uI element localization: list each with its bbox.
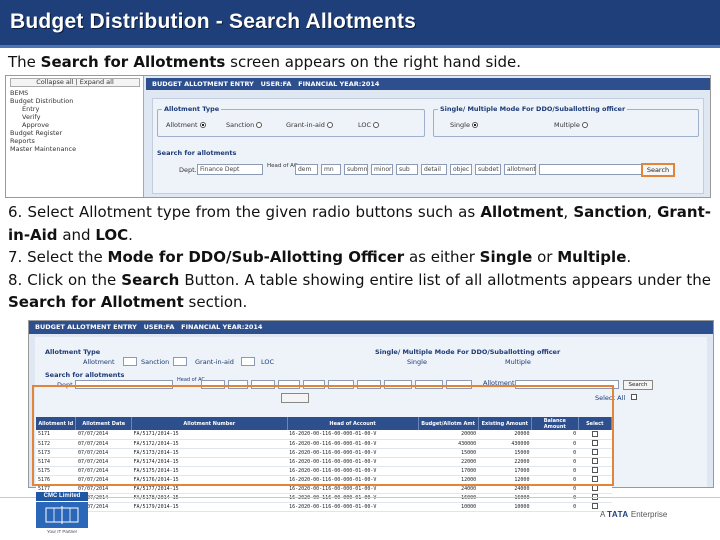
screen-header: BUDGET ALLOTMENT ENTRY USER:FA FINANCIAL…: [146, 78, 710, 90]
radio-dot[interactable]: [581, 122, 588, 128]
cmc-logo-graphic: [45, 506, 79, 524]
head-mn[interactable]: mn: [321, 164, 341, 175]
allotment-type-legend: Allotment Type: [45, 348, 101, 356]
table-row[interactable]: 517907/07/2014FA/5179/2014-1516-2020-00-…: [36, 502, 612, 512]
search-allotments-legend: Search for allotments: [157, 149, 237, 157]
select-all-checkbox[interactable]: [631, 394, 637, 400]
mode-fieldset: Single/ Multiple Mode For DDO/Suballotti…: [433, 105, 699, 137]
row-select-checkbox[interactable]: [591, 485, 598, 492]
radio-loc[interactable]: LOC: [358, 121, 380, 129]
search-button-highlighted[interactable]: Search: [641, 163, 675, 177]
table-cell: 0: [531, 502, 579, 512]
tree-item-bems[interactable]: BEMS: [10, 90, 28, 97]
table-cell: 16-2020-00-116-00-000-01-00-V: [287, 502, 419, 512]
radio-allotment-box[interactable]: [123, 357, 137, 366]
mode-legend: Single/ Multiple Mode For DDO/Suballotti…: [375, 348, 561, 356]
head-minor[interactable]: minor: [371, 164, 393, 175]
intro-post: screen appears on the right hand side.: [225, 53, 522, 71]
radio-loc[interactable]: LOC: [261, 358, 274, 366]
table-cell: 10000: [478, 502, 532, 512]
step-8: 8. Click on the Search Button. A table s…: [8, 270, 712, 312]
dept-label: Dept.: [179, 166, 197, 174]
tata-enterprise-logo: A TATA Enterprise: [600, 510, 668, 519]
head-allotment[interactable]: allotment: [504, 164, 536, 175]
tree-item-verify[interactable]: Verify: [22, 114, 40, 121]
search-allotments-legend: Search for allotments: [45, 371, 125, 379]
radio-single[interactable]: Single: [407, 358, 427, 366]
radio-grant[interactable]: Grant-in-aid: [195, 358, 234, 366]
radio-dot[interactable]: [373, 122, 380, 128]
tree-item-entry[interactable]: Entry: [22, 106, 39, 113]
radio-sanction-box[interactable]: [173, 357, 187, 366]
search-panel: Allotment Type Allotment Sanction Grant-…: [152, 98, 704, 194]
table-cell: 10000: [418, 502, 479, 512]
slide-title: Budget Distribution - Search Allotments: [10, 10, 417, 33]
collapse-expand-toggle[interactable]: Collapse all | Expand all: [10, 78, 140, 87]
radio-multiple[interactable]: Multiple: [554, 121, 588, 129]
tree-item-reports[interactable]: Reports: [10, 138, 35, 145]
head-detail[interactable]: detail: [421, 164, 447, 175]
instruction-steps: 6. Select Allotment type from the given …: [8, 201, 711, 314]
cmc-logo-name: CMC Limited: [36, 492, 88, 501]
step-7: 7. Select the Mode for DDO/Sub-Allotting…: [8, 248, 632, 266]
intro-bold: Search for Allotments: [40, 53, 226, 71]
head-sub[interactable]: sub: [396, 164, 418, 175]
allotment-type-fieldset: Allotment Type Allotment Sanction Grant-…: [157, 105, 425, 137]
radio-sanction[interactable]: Sanction: [226, 121, 263, 129]
tree-item-approve[interactable]: Approve: [22, 122, 49, 129]
head-dem[interactable]: dem: [295, 164, 318, 175]
intro-pre: The: [8, 53, 41, 71]
slide-title-bar: Budget Distribution - Search Allotments: [0, 0, 720, 48]
step-6: 6. Select Allotment type from the given …: [8, 203, 711, 244]
head-submn[interactable]: submn: [344, 164, 368, 175]
tree-item-budget-register[interactable]: Budget Register: [10, 130, 62, 137]
head-label: Head of AC: [267, 163, 298, 169]
radio-allotment[interactable]: Allotment: [83, 358, 115, 366]
radio-single[interactable]: Single: [450, 121, 478, 129]
cmc-logo-icon: [36, 502, 88, 528]
search-screen-screenshot: Collapse all | Expand all BEMS Budget Di…: [5, 75, 711, 198]
radio-grant-in-aid[interactable]: Grant-in-aid: [286, 121, 333, 129]
radio-sanction[interactable]: Sanction: [141, 358, 169, 366]
dept-select[interactable]: Finance Dept: [197, 164, 263, 175]
radio-dot[interactable]: [199, 122, 206, 128]
radio-allotment[interactable]: Allotment: [166, 121, 206, 129]
search-form-area: BUDGET ALLOTMENT ENTRY USER:FA FINANCIAL…: [146, 76, 710, 197]
allotment-type-legend: Allotment Type: [162, 105, 222, 113]
results-highlight-box: [32, 385, 614, 486]
tree-item-master-maintenance[interactable]: Master Maintenance: [10, 146, 76, 153]
mode-legend: Single/ Multiple Mode For DDO/Suballotti…: [438, 105, 628, 113]
navigation-tree: Collapse all | Expand all BEMS Budget Di…: [6, 76, 144, 197]
radio-dot[interactable]: [256, 122, 263, 128]
tree-item-budget-distribution[interactable]: Budget Distribution: [10, 98, 73, 105]
radio-dot[interactable]: [326, 122, 333, 128]
head-objec[interactable]: objec: [450, 164, 472, 175]
radio-grant-box[interactable]: [241, 357, 255, 366]
search-criteria-row: Dept. Finance Dept Head of AC dem mn sub…: [157, 163, 701, 177]
radio-dot[interactable]: [471, 122, 478, 128]
cmc-tagline: Your IT Partner: [46, 529, 78, 534]
table-cell: FA/5179/2014-15: [131, 502, 288, 512]
radio-multiple[interactable]: Multiple: [505, 358, 531, 366]
footer-divider: [0, 497, 720, 498]
row-select-checkbox[interactable]: [591, 503, 598, 510]
screen-header: BUDGET ALLOTMENT ENTRY USER:FA FINANCIAL…: [29, 321, 713, 334]
allotment-number-input[interactable]: [539, 164, 647, 175]
head-subdet[interactable]: subdet: [475, 164, 501, 175]
intro-text: The Search for Allotments screen appears…: [8, 53, 521, 71]
search-button[interactable]: Search: [623, 380, 653, 390]
